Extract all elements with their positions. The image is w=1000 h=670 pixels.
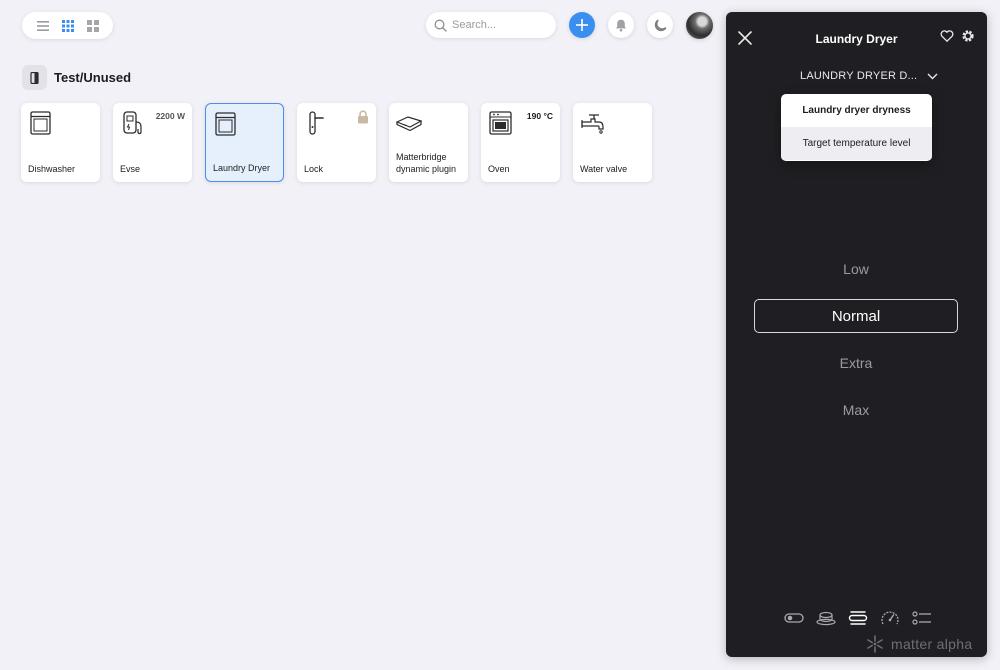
bell-icon [616, 19, 626, 31]
oven-icon [489, 111, 512, 135]
tiles-icon [86, 19, 99, 32]
feature-selector[interactable]: LAUNDRY DRYER D... [800, 70, 938, 82]
option-low[interactable]: Low [754, 252, 958, 286]
list-icon [36, 20, 49, 31]
tab-power[interactable] [783, 609, 805, 627]
device-label: Evse [120, 164, 141, 174]
user-avatar[interactable] [686, 12, 713, 39]
grid-view-button[interactable] [58, 16, 78, 36]
option-max[interactable]: Max [754, 393, 958, 427]
device-tile-oven[interactable]: 190 °C Oven [481, 103, 560, 182]
device-label: Laundry Dryer [213, 163, 271, 173]
tab-meter[interactable] [879, 609, 901, 627]
dishwasher-icon [30, 111, 51, 135]
brand-name: matter alpha [891, 636, 973, 652]
dropdown-item-dryness[interactable]: Laundry dryer dryness [781, 94, 932, 127]
toggle-icon [784, 613, 804, 623]
panel-tab-bar [783, 609, 933, 627]
view-switcher [22, 12, 113, 39]
stack-icon [848, 611, 868, 625]
list-check-icon [912, 611, 931, 625]
bridge-hub-icon [396, 116, 422, 132]
device-label: Matterbridge dynamic plugin [396, 152, 457, 174]
gauge-icon [881, 611, 899, 625]
dryness-options: Low Normal Extra Max [754, 252, 958, 440]
tile-view-button[interactable] [83, 16, 103, 36]
drum-icon [816, 611, 836, 626]
option-normal[interactable]: Normal [754, 299, 958, 333]
device-value: 2200 W [155, 111, 185, 121]
device-tile-evse[interactable]: 2200 W Evse [113, 103, 192, 182]
list-view-button[interactable] [33, 16, 53, 36]
matter-logo-icon [867, 635, 883, 653]
door-icon [29, 71, 39, 84]
device-tile-matterbridge[interactable]: Matterbridge dynamic plugin [389, 103, 468, 182]
feature-selector-label: LAUNDRY DRYER D... [800, 70, 918, 82]
plus-icon [576, 19, 588, 31]
device-tile-dishwasher[interactable]: Dishwasher [21, 103, 100, 182]
door-handle-icon [309, 111, 324, 135]
device-tiles: Dishwasher 2200 W Evse Laundry Dryer Loc… [21, 103, 652, 182]
device-label: Oven [488, 164, 510, 174]
device-tile-lock[interactable]: Lock [297, 103, 376, 182]
laundry-dryer-icon [215, 112, 236, 136]
tab-list[interactable] [911, 609, 933, 627]
grid-icon [61, 19, 74, 32]
device-tile-water-valve[interactable]: Water valve [573, 103, 652, 182]
search-input[interactable] [452, 19, 547, 31]
device-label: Water valve [580, 164, 628, 174]
search-box [426, 12, 556, 38]
dark-mode-button[interactable] [647, 12, 673, 38]
add-button[interactable] [569, 12, 595, 38]
dropdown-item-temperature-level[interactable]: Target temperature level [781, 127, 932, 160]
notifications-button[interactable] [608, 12, 634, 38]
device-detail-panel: Laundry Dryer LAUNDRY DRYER D... Laundry… [726, 12, 987, 657]
moon-icon [654, 19, 666, 31]
chevron-down-icon [927, 73, 938, 79]
device-tile-laundry-dryer[interactable]: Laundry Dryer [205, 103, 284, 182]
room-title: Test/Unused [54, 70, 132, 85]
water-tap-icon [581, 114, 604, 134]
lock-icon [358, 110, 368, 124]
brand-logo: matter alpha [865, 634, 972, 654]
heart-icon[interactable] [940, 29, 954, 43]
gear-icon[interactable] [961, 29, 975, 43]
option-extra[interactable]: Extra [754, 346, 958, 380]
room-icon [22, 65, 47, 90]
search-icon [434, 19, 447, 32]
ev-charger-icon [123, 111, 142, 135]
device-label: Lock [304, 164, 324, 174]
tab-cycle[interactable] [815, 609, 837, 627]
device-value: 190 °C [526, 111, 553, 121]
feature-dropdown-menu: Laundry dryer dryness Target temperature… [781, 94, 932, 161]
device-label: Dishwasher [28, 164, 76, 174]
tab-modes[interactable] [847, 609, 869, 627]
